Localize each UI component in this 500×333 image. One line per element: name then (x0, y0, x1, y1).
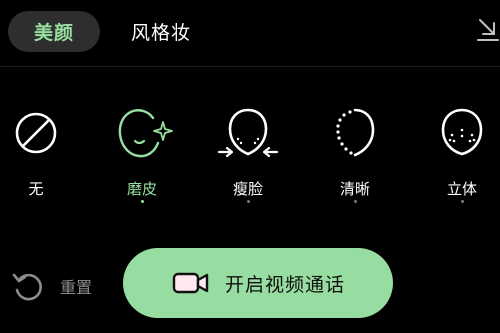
option-smooth-skin[interactable]: 磨皮 (102, 104, 182, 214)
indicator-dot (461, 200, 464, 203)
option-label: 无 (28, 180, 44, 198)
option-label: 清晰 (339, 180, 370, 198)
reset-label: 重置 (60, 278, 93, 297)
reset-icon (12, 273, 42, 301)
tab-beauty-label: 美颜 (33, 22, 74, 44)
option-slim-face[interactable]: 瘦脸 (208, 104, 288, 214)
option-label: 磨皮 (126, 180, 157, 198)
start-video-call-button[interactable]: 开启视频通话 (123, 248, 393, 318)
contour-icon (441, 108, 483, 156)
reset-button[interactable]: 重置 (10, 266, 92, 306)
start-video-call-label: 开启视频通话 (224, 273, 345, 296)
collapse-down-icon (477, 19, 499, 41)
option-label: 瘦脸 (232, 180, 263, 198)
beauty-panel: 美颜 风格妆 无 磨皮 瘦脸 清晰 立体 重置 开启视频通话 (0, 0, 500, 333)
none-icon (15, 112, 57, 154)
divider (0, 66, 500, 67)
option-none[interactable]: 无 (0, 104, 76, 214)
collapse-button[interactable] (476, 14, 500, 44)
tab-style-label: 风格妆 (131, 22, 192, 44)
tab-beauty[interactable]: 美颜 (8, 11, 100, 52)
indicator-dot (247, 200, 250, 203)
indicator-dot (141, 200, 144, 203)
indicator-dot (354, 200, 357, 203)
option-contour[interactable]: 立体 (422, 104, 500, 214)
video-camera-icon (172, 272, 209, 294)
smooth-skin-icon (118, 109, 173, 158)
tab-style[interactable]: 风格妆 (131, 11, 191, 52)
clarity-icon (336, 108, 375, 157)
option-label: 立体 (446, 180, 477, 198)
option-clarity[interactable]: 清晰 (315, 104, 395, 214)
slim-face-icon (217, 108, 279, 158)
